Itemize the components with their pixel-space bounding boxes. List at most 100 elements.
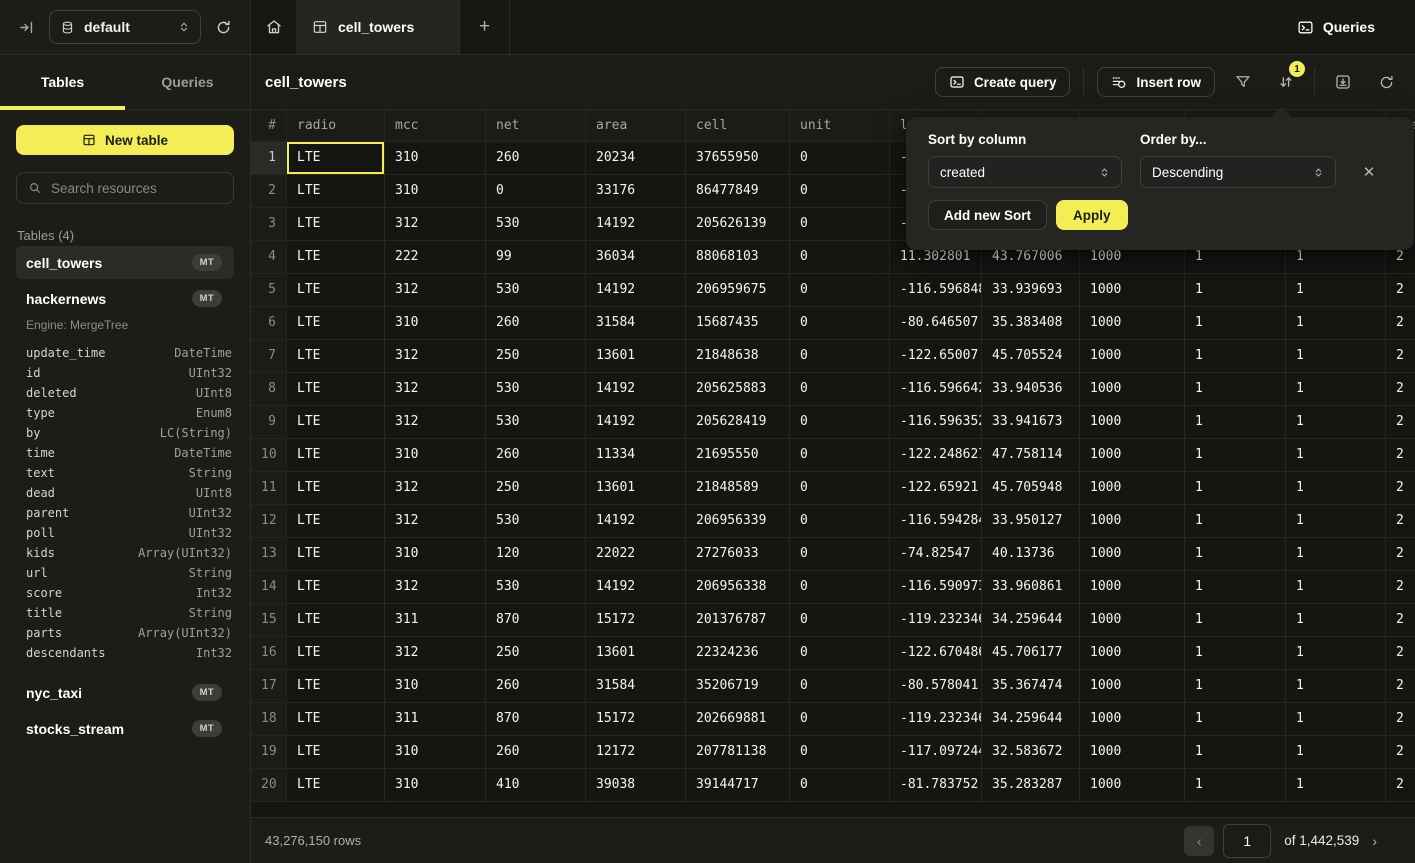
table-row[interactable]: 14LTE312530141922069563380-116.59097333.…	[251, 571, 1415, 604]
table-cell-mcc[interactable]: 312	[385, 208, 486, 241]
tab-queries[interactable]: Queries	[125, 55, 250, 109]
table-cell-net[interactable]: 530	[486, 274, 586, 307]
table-cell-lat[interactable]: 33.960861	[982, 571, 1080, 604]
table-cell-mcc[interactable]: 312	[385, 373, 486, 406]
sort-button[interactable]: 1	[1271, 67, 1301, 97]
table-cell-area[interactable]: 12172	[586, 736, 686, 769]
sidebar-item-hackernews[interactable]: hackernews MT	[16, 282, 234, 315]
table-cell-cell[interactable]: 27276033	[686, 538, 790, 571]
table-cell-changeable[interactable]: 1	[1286, 604, 1386, 637]
table-cell-mcc[interactable]: 222	[385, 241, 486, 274]
table-cell-unit[interactable]: 0	[790, 373, 890, 406]
table-cell-cell[interactable]: 205625883	[686, 373, 790, 406]
table-cell-net[interactable]: 99	[486, 241, 586, 274]
filter-button[interactable]	[1228, 67, 1258, 97]
table-cell-created[interactable]: 2	[1386, 505, 1415, 538]
table-cell-mcc[interactable]: 312	[385, 472, 486, 505]
table-cell-created[interactable]: 2	[1386, 406, 1415, 439]
table-cell-net[interactable]: 870	[486, 604, 586, 637]
table-cell-lat[interactable]: 35.383408	[982, 307, 1080, 340]
table-cell-unit[interactable]: 0	[790, 472, 890, 505]
table-cell-unit[interactable]: 0	[790, 208, 890, 241]
table-cell-area[interactable]: 14192	[586, 406, 686, 439]
table-cell-cell[interactable]: 15687435	[686, 307, 790, 340]
table-cell-lon[interactable]: -122.65007	[890, 340, 982, 373]
new-table-button[interactable]: New table	[16, 125, 234, 155]
table-cell-radio[interactable]: LTE	[287, 175, 385, 208]
table-cell-area[interactable]: 36034	[586, 241, 686, 274]
table-cell-range[interactable]: 1000	[1080, 307, 1185, 340]
table-cell-net[interactable]: 260	[486, 736, 586, 769]
table-row[interactable]: 16LTE31225013601223242360-122.67048645.7…	[251, 637, 1415, 670]
column-header-net[interactable]: net	[486, 110, 586, 142]
table-cell-samples[interactable]: 1	[1185, 505, 1286, 538]
table-cell-lon[interactable]: -122.65921	[890, 472, 982, 505]
table-cell-mcc[interactable]: 312	[385, 340, 486, 373]
table-cell-created[interactable]: 2	[1386, 703, 1415, 736]
table-cell-changeable[interactable]: 1	[1286, 571, 1386, 604]
table-cell-samples[interactable]: 1	[1185, 604, 1286, 637]
sidebar-item-cell-towers[interactable]: cell_towers MT	[16, 246, 234, 279]
table-row[interactable]: 19LTE310260121722077811380-117.09724432.…	[251, 736, 1415, 769]
table-row[interactable]: 6LTE31026031584156874350-80.64650735.383…	[251, 307, 1415, 340]
tab-cell-towers[interactable]: cell_towers	[296, 0, 460, 54]
table-cell-mcc[interactable]: 310	[385, 439, 486, 472]
table-cell-changeable[interactable]: 1	[1286, 439, 1386, 472]
table-cell-net[interactable]: 0	[486, 175, 586, 208]
table-cell-range[interactable]: 1000	[1080, 505, 1185, 538]
table-cell-samples[interactable]: 1	[1185, 670, 1286, 703]
table-cell-lon[interactable]: -122.248627	[890, 439, 982, 472]
table-cell-cell[interactable]: 21695550	[686, 439, 790, 472]
table-cell-area[interactable]: 33176	[586, 175, 686, 208]
table-cell-range[interactable]: 1000	[1080, 274, 1185, 307]
table-cell-lon[interactable]: -116.596352	[890, 406, 982, 439]
table-cell-radio[interactable]: LTE	[287, 274, 385, 307]
table-cell-samples[interactable]: 1	[1185, 571, 1286, 604]
table-row[interactable]: 10LTE31026011334216955500-122.24862747.7…	[251, 439, 1415, 472]
table-cell-area[interactable]: 14192	[586, 274, 686, 307]
column-header-mcc[interactable]: mcc	[385, 110, 486, 142]
table-cell-unit[interactable]: 0	[790, 274, 890, 307]
table-cell-lon[interactable]: -116.590973	[890, 571, 982, 604]
table-cell-lon[interactable]: -119.232346	[890, 604, 982, 637]
table-cell-cell[interactable]: 21848589	[686, 472, 790, 505]
table-cell-mcc[interactable]: 312	[385, 406, 486, 439]
table-cell-unit[interactable]: 0	[790, 736, 890, 769]
table-cell-mcc[interactable]: 311	[385, 703, 486, 736]
table-cell-samples[interactable]: 1	[1185, 406, 1286, 439]
table-cell-created[interactable]: 2	[1386, 439, 1415, 472]
table-cell-samples[interactable]: 1	[1185, 274, 1286, 307]
table-row[interactable]: 12LTE312530141922069563390-116.59428433.…	[251, 505, 1415, 538]
table-cell-created[interactable]: 2	[1386, 274, 1415, 307]
table-cell-cell[interactable]: 202669881	[686, 703, 790, 736]
table-cell-samples[interactable]: 1	[1185, 472, 1286, 505]
table-cell-cell[interactable]: 39144717	[686, 769, 790, 802]
table-cell-range[interactable]: 1000	[1080, 373, 1185, 406]
table-cell-samples[interactable]: 1	[1185, 307, 1286, 340]
table-cell-range[interactable]: 1000	[1080, 406, 1185, 439]
table-cell-cell[interactable]: 207781138	[686, 736, 790, 769]
table-cell-net[interactable]: 530	[486, 406, 586, 439]
collapse-sidebar-icon[interactable]	[18, 19, 35, 36]
table-cell-lon[interactable]: -74.82547	[890, 538, 982, 571]
table-cell-mcc[interactable]: 311	[385, 604, 486, 637]
table-cell-cell[interactable]: 206956338	[686, 571, 790, 604]
table-cell-unit[interactable]: 0	[790, 406, 890, 439]
table-cell-range[interactable]: 1000	[1080, 571, 1185, 604]
search-input[interactable]	[51, 181, 228, 196]
table-cell-net[interactable]: 260	[486, 439, 586, 472]
table-cell-lon[interactable]: -116.596848	[890, 274, 982, 307]
table-cell-range[interactable]: 1000	[1080, 637, 1185, 670]
table-cell-mcc[interactable]: 310	[385, 736, 486, 769]
table-cell-lat[interactable]: 47.758114	[982, 439, 1080, 472]
table-cell-radio[interactable]: LTE	[287, 142, 385, 175]
table-cell-changeable[interactable]: 1	[1286, 769, 1386, 802]
table-cell-changeable[interactable]: 1	[1286, 736, 1386, 769]
sidebar-item-nyc-taxi[interactable]: nyc_taxi MT	[16, 676, 234, 709]
table-cell-unit[interactable]: 0	[790, 505, 890, 538]
refresh-databases-icon[interactable]	[215, 19, 232, 36]
refresh-table-button[interactable]	[1371, 67, 1401, 97]
table-cell-samples[interactable]: 1	[1185, 637, 1286, 670]
table-cell-unit[interactable]: 0	[790, 637, 890, 670]
table-cell-lat[interactable]: 32.583672	[982, 736, 1080, 769]
